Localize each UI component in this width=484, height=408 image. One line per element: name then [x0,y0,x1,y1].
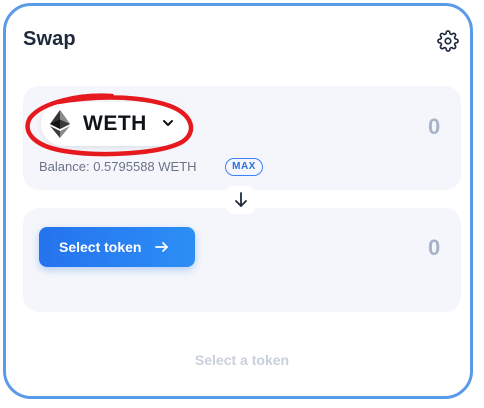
select-token-button[interactable]: Select token [39,227,195,267]
chevron-down-icon [163,120,173,126]
swap-status-button[interactable]: Select a token [0,352,484,368]
from-token-symbol: WETH [83,112,147,135]
arrow-down-icon [235,192,247,207]
ethereum-icon [50,110,70,138]
arrow-right-icon [155,242,168,252]
switch-direction-button[interactable] [226,186,256,214]
select-token-label: Select token [59,239,142,255]
page-title: Swap [23,28,76,50]
from-amount[interactable]: 0 [428,114,440,140]
from-token-selector[interactable]: WETH [41,102,189,146]
settings-button[interactable] [436,29,460,53]
to-amount[interactable]: 0 [428,235,440,261]
gear-icon [437,30,459,52]
max-button[interactable]: MAX [225,158,263,176]
balance-text: Balance: 0.5795588 WETH [39,159,197,174]
